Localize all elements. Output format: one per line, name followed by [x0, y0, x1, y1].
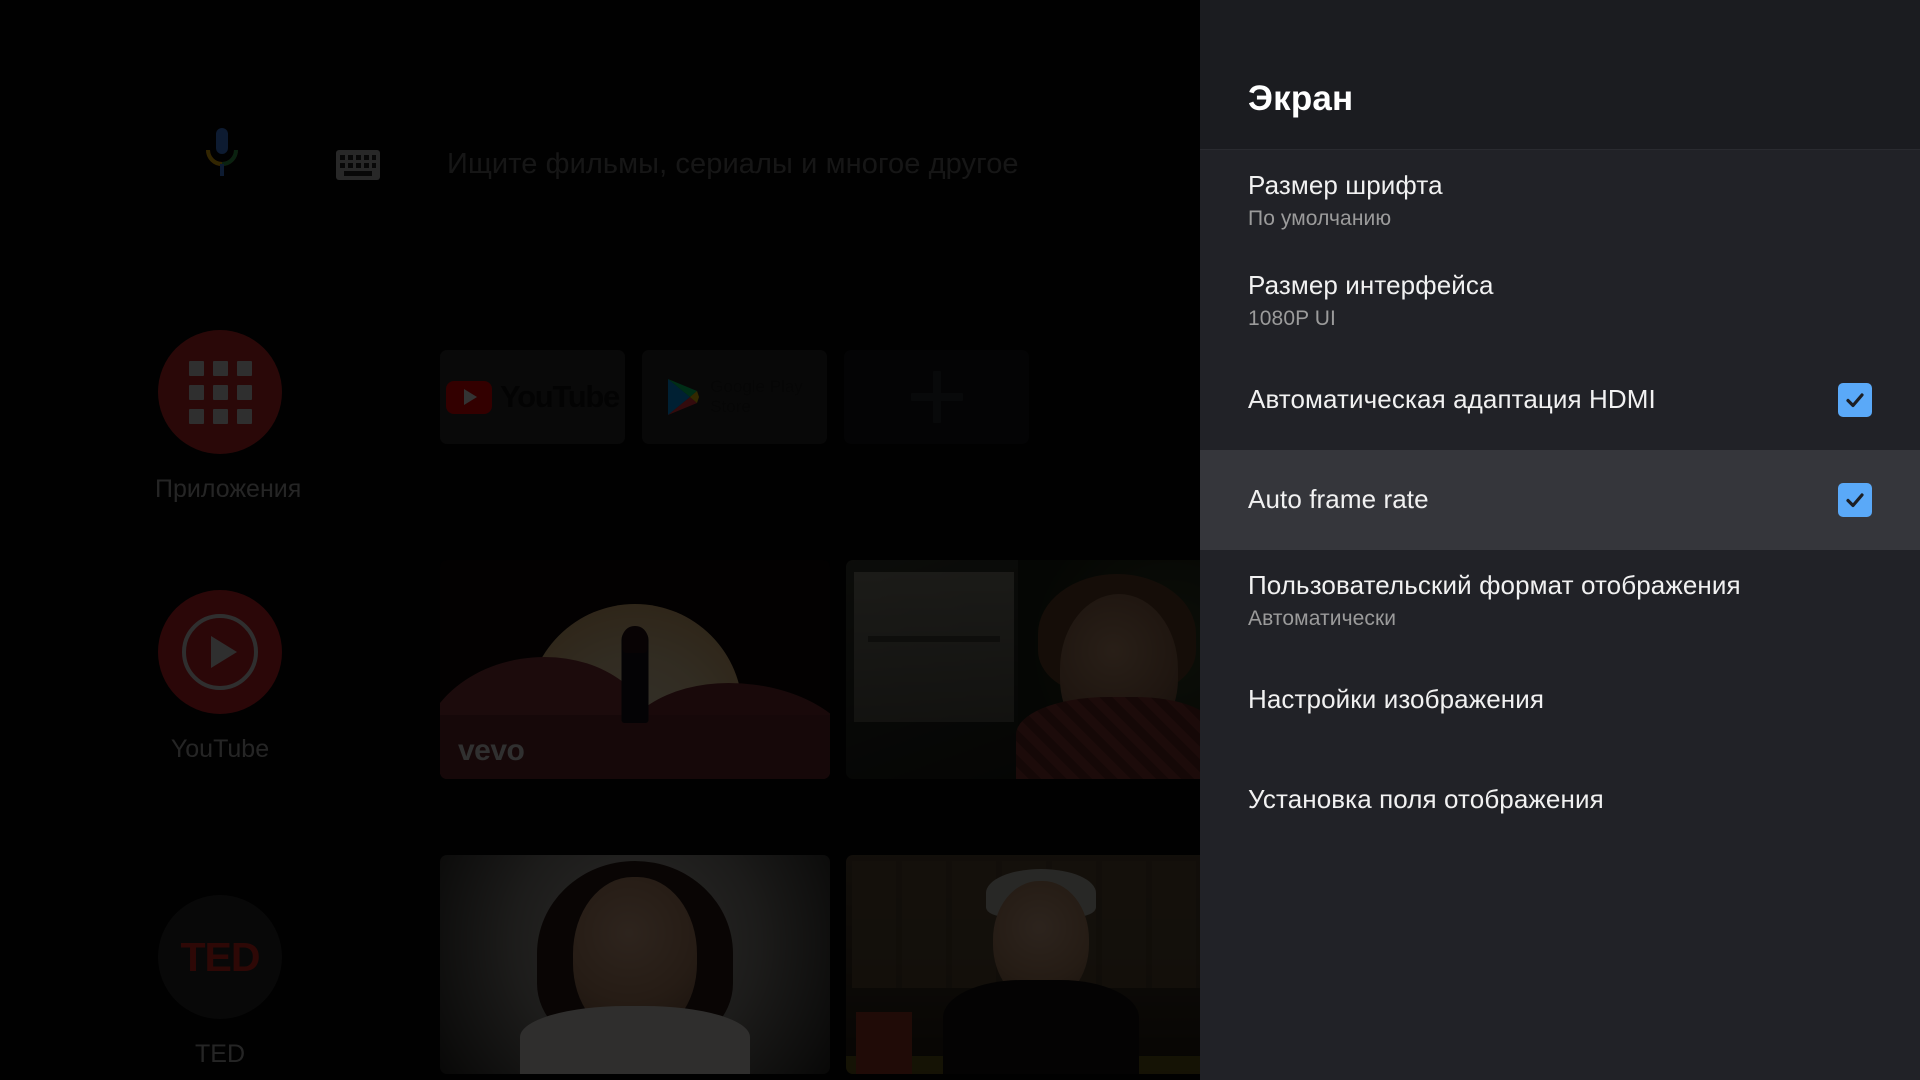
settings-row-subtitle: По умолчанию — [1248, 207, 1392, 231]
display-settings-panel: Экран Размер шрифта По умолчанию Размер ин… — [1200, 0, 1920, 1080]
movie-thumbnail[interactable] — [846, 560, 1236, 779]
search-placeholder[interactable]: Ищите фильмы, сериалы и многое другое — [447, 148, 1019, 181]
settings-row-text: Автоматическая адаптация HDMI — [1248, 383, 1656, 416]
settings-row-text: Настройки изображения — [1248, 683, 1544, 716]
settings-row-5[interactable]: Настройки изображения — [1200, 650, 1920, 750]
ted-talk-thumbnail-1[interactable] — [440, 855, 830, 1074]
settings-row-text: Auto frame rate — [1248, 483, 1429, 516]
settings-row-2[interactable]: Автоматическая адаптация HDMI — [1200, 350, 1920, 450]
panel-header: Экран — [1200, 0, 1920, 150]
rail-item-apps[interactable]: Приложения — [155, 330, 302, 504]
settings-row-1[interactable]: Размер интерфейса 1080P UI — [1200, 250, 1920, 350]
app-card-add[interactable] — [844, 350, 1029, 444]
rail-item-ted[interactable]: TED TED — [155, 895, 285, 1069]
app-card-google-play-store[interactable]: Google Play Store — [642, 350, 827, 444]
settings-row-subtitle: Автоматически — [1248, 607, 1397, 631]
settings-row-text: Размер интерфейса 1080P UI — [1248, 269, 1494, 331]
ted-logo-icon: TED — [158, 895, 282, 1019]
settings-row-title: Размер интерфейса — [1248, 269, 1494, 300]
settings-list: Размер шрифта По умолчанию Размер интерфей… — [1200, 150, 1920, 850]
settings-row-text: Размер шрифта По умолчанию — [1248, 169, 1443, 231]
plus-icon — [910, 371, 963, 423]
youtube-logo-icon: YouTube — [446, 379, 620, 415]
tv-screen: Ищите фильмы, сериалы и многое другое Пр… — [0, 0, 1920, 1080]
settings-row-title: Пользовательский формат отображения — [1248, 569, 1741, 600]
checkbox-checked-icon[interactable] — [1838, 483, 1872, 517]
settings-row-title: Настройки изображения — [1248, 684, 1545, 715]
rail-item-youtube[interactable]: YouTube — [155, 590, 285, 764]
vevo-music-video-thumbnail[interactable]: vevo — [440, 560, 830, 779]
rail-label-youtube: YouTube — [170, 735, 270, 763]
panel-title: Экран — [1248, 79, 1354, 118]
settings-row-title: Установка поля отображения — [1248, 784, 1604, 815]
settings-row-text: Пользовательский формат отображения Автом… — [1248, 569, 1741, 631]
search-bar[interactable]: Ищите фильмы, сериалы и многое другое — [0, 128, 1200, 200]
vevo-watermark: vevo — [458, 734, 525, 767]
settings-row-text: Установка поля отображения — [1248, 783, 1604, 816]
settings-row-6[interactable]: Установка поля отображения — [1200, 750, 1920, 850]
settings-row-title: Размер шрифта — [1248, 169, 1443, 200]
settings-row-4[interactable]: Пользовательский формат отображения Автом… — [1200, 550, 1920, 650]
apps-grid-icon — [158, 330, 282, 454]
ted-talk-thumbnail-2[interactable] — [846, 855, 1236, 1074]
rail-label-apps: Приложения — [155, 475, 302, 503]
settings-row-subtitle: 1080P UI — [1248, 307, 1336, 331]
google-assistant-mic-icon[interactable] — [205, 128, 239, 180]
settings-row-0[interactable]: Размер шрифта По умолчанию — [1200, 150, 1920, 250]
play-store-line2: Store — [710, 397, 751, 416]
rail-label-ted: TED — [195, 1040, 245, 1068]
keyboard-icon[interactable] — [336, 148, 380, 182]
settings-row-title: Автоматическая адаптация HDMI — [1248, 384, 1656, 415]
play-store-line1: Google Play — [710, 376, 803, 396]
play-circle-icon — [158, 590, 282, 714]
app-card-youtube[interactable]: YouTube — [440, 350, 625, 444]
google-play-logo-icon: Google Play Store — [666, 377, 803, 417]
settings-row-title: Auto frame rate — [1248, 484, 1429, 515]
settings-row-3[interactable]: Auto frame rate — [1200, 450, 1920, 550]
checkbox-checked-icon[interactable] — [1838, 383, 1872, 417]
